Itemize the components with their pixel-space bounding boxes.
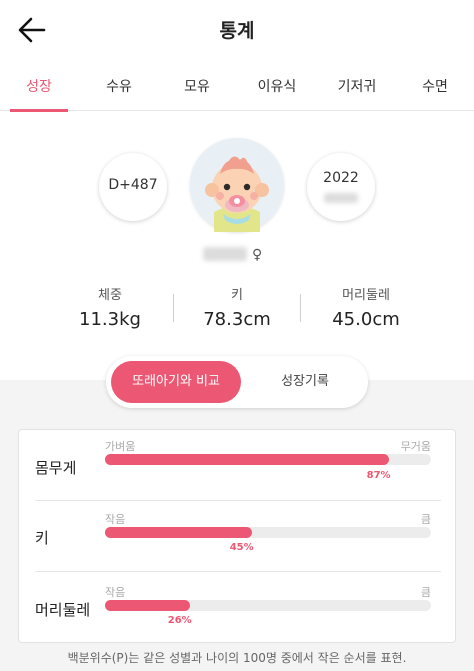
row-label: 키 xyxy=(35,529,49,547)
tab-babyfood[interactable]: 이유식 xyxy=(246,66,308,111)
app-header: 통계 xyxy=(0,0,474,60)
scale-high-label: 무거움 xyxy=(400,440,431,453)
stat-weight-label: 체중 xyxy=(98,288,122,303)
blurred-baby-name xyxy=(203,247,247,261)
baby-avatar[interactable] xyxy=(190,138,284,232)
stat-head: 머리둘레 45.0cm xyxy=(301,284,431,330)
stat-head-label: 머리둘레 xyxy=(342,288,390,303)
percentile-fill xyxy=(105,454,389,465)
compare-peers-button[interactable]: 또래아기와 비교 xyxy=(111,361,241,403)
percentile-row-head: 머리둘레 작음 큼 26% xyxy=(19,572,457,643)
measurement-stats: 체중 11.3kg 키 78.3cm 머리둘레 45.0cm xyxy=(0,284,474,334)
birth-year-text: 2022 xyxy=(323,170,359,186)
blurred-date xyxy=(324,193,358,203)
percentile-row-weight: 몸무게 가벼움 무거움 87% xyxy=(19,430,457,501)
tab-feeding[interactable]: 수유 xyxy=(90,66,148,111)
tab-sleep[interactable]: 수면 xyxy=(406,66,464,111)
female-symbol-icon: ♀ xyxy=(252,247,263,263)
scale-low-label: 가벼움 xyxy=(105,440,136,453)
percentile-fill xyxy=(105,527,252,538)
stat-head-value: 45.0cm xyxy=(332,309,400,330)
percentile-row-height: 키 작음 큼 45% xyxy=(19,501,457,572)
scale-high-label: 큼 xyxy=(420,586,431,599)
dday-text: D+487 xyxy=(108,177,158,193)
stat-weight-value: 11.3kg xyxy=(79,309,141,330)
stat-height: 키 78.3cm xyxy=(172,284,302,330)
baby-face-icon xyxy=(190,138,284,232)
view-toggle: 또래아기와 비교 성장기록 xyxy=(106,356,368,408)
birth-year-badge: 2022 xyxy=(307,153,375,221)
percentile-fill xyxy=(105,600,190,611)
scale-high-label: 큼 xyxy=(420,513,431,526)
tab-growth[interactable]: 성장 xyxy=(10,66,68,112)
percentile-card: 몸무게 가벼움 무거움 87% 키 작음 큼 45% 머리둘레 작음 큼 26% xyxy=(18,429,456,643)
dday-badge: D+487 xyxy=(99,153,167,221)
percentile-value: 87% xyxy=(366,470,391,481)
page-title: 통계 xyxy=(219,20,255,42)
tab-diaper[interactable]: 기저귀 xyxy=(326,66,388,111)
percentile-value: 45% xyxy=(229,542,254,553)
stat-height-label: 키 xyxy=(231,288,243,303)
scale-low-label: 작음 xyxy=(105,586,126,599)
stat-height-value: 78.3cm xyxy=(203,309,271,330)
percentile-footnote: 백분위수(P)는 같은 성별과 나이의 100명 중에서 작은 순서를 표현. xyxy=(67,651,407,665)
row-label: 머리둘레 xyxy=(35,601,91,619)
tab-bar: 성장 수유 모유 이유식 기저귀 수면 xyxy=(0,66,474,112)
percentile-track xyxy=(105,454,431,465)
percentile-value: 26% xyxy=(167,615,192,626)
stat-weight: 체중 11.3kg xyxy=(45,284,175,330)
row-label: 몸무게 xyxy=(35,459,77,477)
tab-breastmilk[interactable]: 모유 xyxy=(168,66,226,111)
growth-record-button[interactable]: 성장기록 xyxy=(246,361,364,403)
percentile-track xyxy=(105,600,431,611)
percentile-track xyxy=(105,527,431,538)
scale-low-label: 작음 xyxy=(105,513,126,526)
